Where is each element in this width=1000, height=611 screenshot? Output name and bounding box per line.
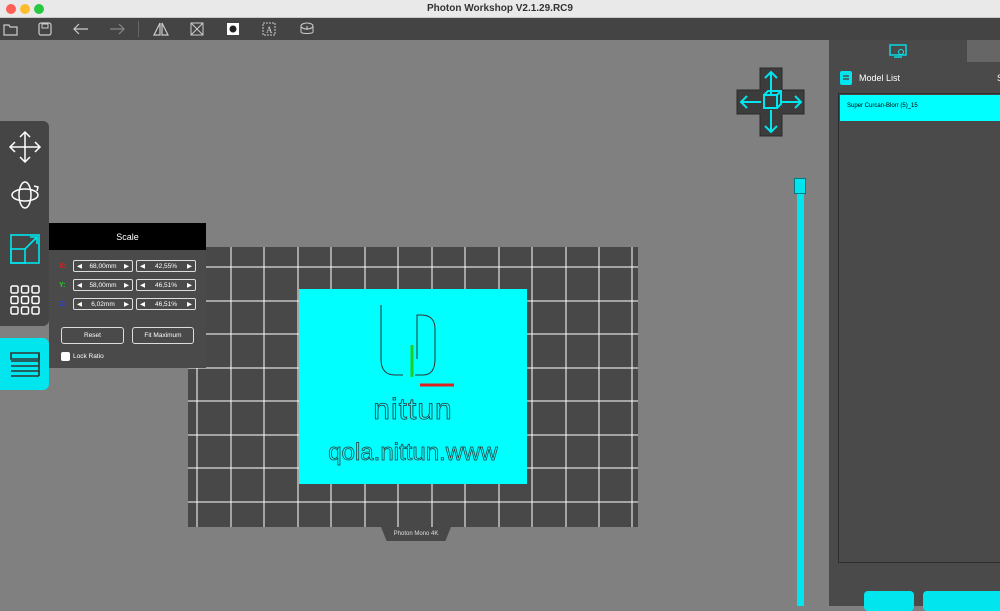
mirror-icon[interactable]	[150, 19, 172, 39]
lock-ratio-box[interactable]	[61, 352, 70, 361]
layer-slider-thumb[interactable]	[794, 178, 806, 194]
model-object[interactable]: nittun qola.nittun.www	[299, 289, 527, 484]
panel-action-button-2[interactable]	[923, 591, 1000, 611]
undo-icon[interactable]	[70, 19, 92, 39]
scale-panel: Scale X: ◀ 68,00mm ▶ ◀ 42,55% ▶ Y: ◀ 58,00mm ▶…	[49, 223, 206, 368]
window-title: Photon Workshop V2.1.29.RC9	[427, 3, 573, 14]
model-list-header: Model List	[839, 70, 900, 86]
hollow-icon[interactable]	[222, 19, 244, 39]
layer-slider-track[interactable]	[797, 190, 804, 606]
model-list[interactable]: Super Curcan-Blorr (5)_15	[838, 93, 1000, 563]
save-icon[interactable]	[34, 19, 56, 39]
tab-settings[interactable]	[967, 40, 1000, 62]
scale-row-z: Z: ◀ 6,02mm ▶ ◀ 46,51% ▶	[59, 298, 199, 310]
title-bar: Photon Workshop V2.1.29.RC9	[0, 0, 1000, 18]
redo-icon[interactable]	[106, 19, 128, 39]
model-text-line1: nittun	[373, 393, 453, 427]
fit-maximum-button[interactable]: Fit Maximum	[132, 327, 194, 344]
lock-ratio-checkbox[interactable]: Lock Ratio	[61, 352, 104, 361]
percent-field-z[interactable]: ◀ 46,51% ▶	[136, 298, 196, 310]
svg-text:A: A	[266, 25, 273, 35]
model-text-line2: qola.nittun.www	[328, 439, 498, 467]
rotate-icon[interactable]	[0, 171, 49, 219]
percent-field-y[interactable]: ◀ 46,51% ▶	[136, 279, 196, 291]
size-field-y[interactable]: ◀ 58,00mm ▶	[73, 279, 133, 291]
toolbar: A	[0, 18, 1000, 40]
left-toolbar	[0, 121, 49, 326]
model-list-label: Model List	[859, 73, 901, 83]
toolbar-separator	[138, 21, 139, 37]
size-field-x[interactable]: ◀ 68,00mm ▶	[73, 260, 133, 272]
folder-open-icon[interactable]	[0, 19, 22, 39]
printer-model-label: Photon Mono 4K	[381, 527, 451, 541]
monitor-icon	[889, 44, 907, 58]
reset-button[interactable]: Reset	[61, 327, 124, 344]
panel-action-button-1[interactable]	[864, 591, 914, 611]
axis-label-y: Y:	[59, 281, 66, 289]
scale-row-x: X: ◀ 68,00mm ▶ ◀ 42,55% ▶	[59, 260, 199, 272]
text-icon[interactable]: A	[258, 19, 280, 39]
repair-icon[interactable]	[186, 19, 208, 39]
slice-icon[interactable]	[296, 19, 318, 39]
right-panel: Model List S Super Curcan-Blorr (5)_15	[829, 40, 1000, 611]
lock-ratio-label: Lock Ratio	[73, 353, 104, 360]
size-field-z[interactable]: ◀ 6,02mm ▶	[73, 298, 133, 310]
scale-panel-title: Scale	[49, 223, 206, 250]
layers-icon[interactable]	[0, 338, 49, 390]
move-icon[interactable]	[0, 123, 49, 171]
view-navigation-cube[interactable]	[735, 66, 807, 138]
axis-label-x: X:	[59, 262, 66, 270]
scale-icon[interactable]	[0, 225, 49, 273]
file-icon	[840, 71, 852, 85]
percent-field-x[interactable]: ◀ 42,55% ▶	[136, 260, 196, 272]
axis-label-z: Z:	[59, 300, 66, 308]
scale-row-y: Y: ◀ 58,00mm ▶ ◀ 46,51% ▶	[59, 279, 199, 291]
tab-model[interactable]	[829, 40, 967, 62]
arrange-icon[interactable]	[0, 276, 49, 324]
list-item[interactable]: Super Curcan-Blorr (5)_15	[840, 95, 1000, 121]
